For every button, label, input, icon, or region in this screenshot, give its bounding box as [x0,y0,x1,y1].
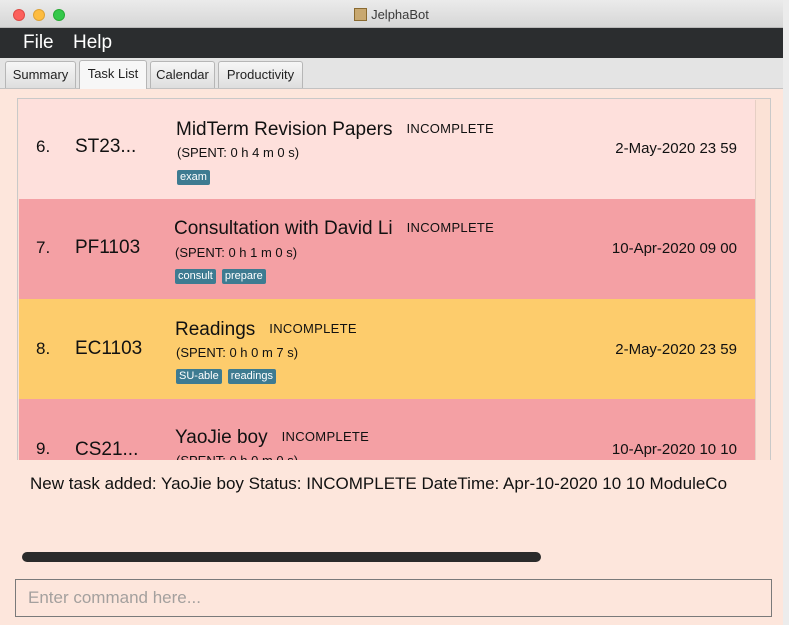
task-status: INCOMPLETE [281,429,370,444]
task-list-panel: 6. ST23... MidTerm Revision Papers INCOMPLE… [0,89,783,460]
command-input[interactable] [15,579,772,617]
task-datetime: 2-May-2020 23 59 [615,140,737,157]
window-title-group: JelphaBot [0,7,783,22]
result-horizontal-scrollbar[interactable] [22,552,541,562]
task-tag: exam [177,170,210,185]
task-tag: prepare [221,269,266,284]
menu-file[interactable]: File [23,32,54,54]
task-row[interactable]: 8. EC1103 Readings INCOMPLETE (SPENT: 0 h 0 … [19,299,755,399]
tab-productivity[interactable]: Productivity [218,61,303,88]
task-module-code: PF1103 [75,237,141,258]
task-tag: SU-able [176,369,222,384]
task-module-code: ST23... [75,136,137,157]
task-time-spent: (SPENT: 0 h 4 m 0 s) [177,145,300,160]
task-tags: consult prepare [175,266,272,284]
task-name: Readings [175,319,256,340]
task-module-code: CS21... [75,439,139,460]
task-status: INCOMPLETE [406,121,494,136]
task-name: Consultation with David Li [174,218,393,239]
task-tag: readings [227,369,276,384]
task-status: INCOMPLETE [406,220,495,235]
menu-help[interactable]: Help [73,32,112,54]
menu-bar: File Help [0,28,783,58]
app-window: JelphaBot File Help Summary Task List Ca… [0,0,783,625]
task-index: 6. [36,137,51,156]
task-datetime: 10-Apr-2020 09 00 [611,240,737,257]
task-datetime: 2-May-2020 23 59 [615,341,737,358]
task-name-line: Consultation with David Li INCOMPLETE [174,218,494,240]
task-status: INCOMPLETE [269,321,357,336]
task-name-line: YaoJie boy INCOMPLETE [175,427,369,449]
task-list-scrollbar[interactable] [755,100,769,460]
task-module-code: EC1103 [75,338,143,359]
task-row[interactable]: 6. ST23... MidTerm Revision Papers INCOMPLE… [19,99,755,199]
tab-strip: Summary Task List Calendar Productivity [0,58,783,89]
task-time-spent: (SPENT: 0 h 0 m 0 s) [176,453,298,460]
desktop-background [783,0,789,625]
task-name-line: MidTerm Revision Papers INCOMPLETE [176,119,494,141]
tab-calendar[interactable]: Calendar [150,61,215,88]
task-tags: SU-able readings [176,366,282,384]
task-tag: consult [175,269,216,284]
tab-task-list[interactable]: Task List [79,60,147,89]
task-row[interactable]: 7. PF1103 Consultation with David Li INCOMP… [19,199,755,299]
task-index: 7. [36,238,51,257]
task-index: 9. [36,439,51,458]
task-time-spent: (SPENT: 0 h 1 m 0 s) [175,245,298,260]
task-tags: exam [177,167,216,185]
tab-summary[interactable]: Summary [5,61,76,88]
app-icon [354,8,368,21]
task-name: YaoJie boy [175,427,268,448]
task-list-view[interactable]: 6. ST23... MidTerm Revision Papers INCOMPLE… [17,98,771,460]
task-index: 8. [36,339,51,358]
task-row[interactable]: 9. CS21... YaoJie boy INCOMPLETE (SPENT: 0 h… [19,399,755,460]
result-message: New task added: YaoJie boy Status: INCOM… [30,474,728,493]
task-name: MidTerm Revision Papers [176,119,393,140]
result-display: New task added: YaoJie boy Status: INCOM… [0,460,783,540]
task-datetime: 10-Apr-2020 10 10 [611,441,737,458]
task-time-spent: (SPENT: 0 h 0 m 7 s) [176,345,299,360]
title-bar[interactable]: JelphaBot [0,0,783,28]
task-list: 6. ST23... MidTerm Revision Papers INCOMPLE… [19,99,755,460]
window-title: JelphaBot [371,7,429,22]
task-name-line: Readings INCOMPLETE [175,319,357,341]
